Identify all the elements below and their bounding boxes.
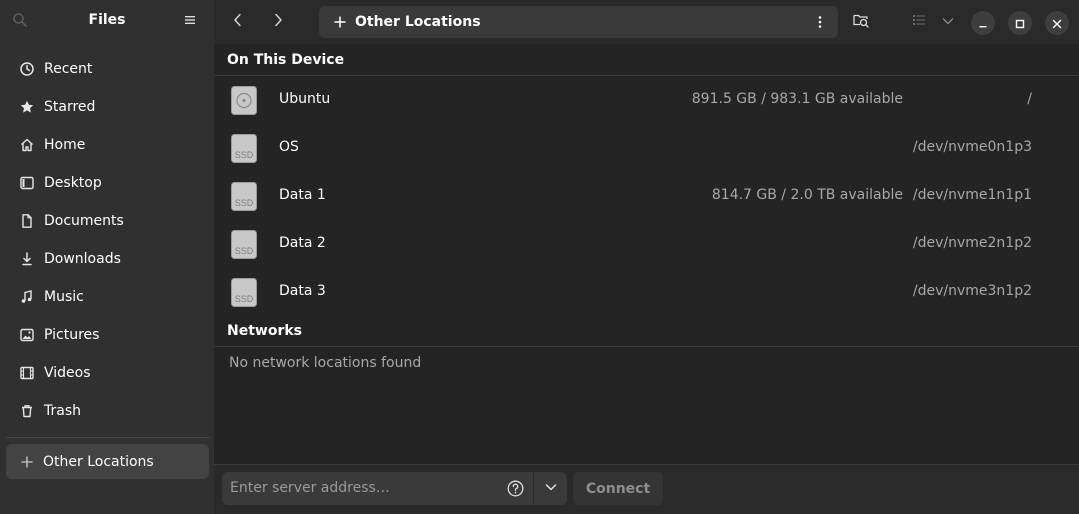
close-button[interactable] [1045, 11, 1069, 35]
device-path: /dev/nvme2n1p2 [912, 235, 1032, 251]
hamburger-menu-icon[interactable] [182, 12, 202, 32]
sidebar: Files Recent Starred Home Desktop Docume… [0, 0, 214, 514]
sidebar-item-desktop[interactable]: Desktop [0, 164, 214, 202]
device-name: Ubuntu [279, 91, 331, 107]
ssd-icon: SSD [231, 230, 257, 259]
device-space: 814.7 GB / 2.0 TB available [711, 187, 903, 203]
home-icon [18, 136, 36, 154]
device-row-data3[interactable]: SSD Data 3 /dev/nvme3n1p2 [214, 268, 1079, 316]
sidebar-item-recent[interactable]: Recent [0, 50, 214, 88]
chevron-right-icon [270, 12, 286, 32]
server-address-input[interactable] [230, 478, 490, 498]
view-list-button[interactable] [906, 9, 932, 35]
minimize-icon [978, 14, 988, 33]
star-icon [18, 98, 36, 116]
device-path: / [1027, 91, 1032, 107]
back-button[interactable] [225, 9, 251, 35]
sidebar-item-downloads[interactable]: Downloads [0, 240, 214, 278]
device-row-os[interactable]: SSD OS /dev/nvme0n1p3 [214, 124, 1079, 172]
sidebar-item-other-locations[interactable]: Other Locations [6, 444, 209, 479]
plus-icon [332, 14, 348, 30]
sidebar-item-videos[interactable]: Videos [0, 354, 214, 392]
folder-search-icon [852, 11, 870, 33]
maximize-icon [1015, 14, 1025, 33]
location-label: Other Locations [355, 14, 481, 30]
list-view-icon [911, 12, 927, 32]
chevron-down-icon [544, 479, 558, 498]
other-locations-view: On This Device Ubuntu 891.5 GB / 983.1 G… [214, 44, 1079, 464]
ssd-icon: SSD [231, 278, 257, 307]
device-row-ubuntu[interactable]: Ubuntu 891.5 GB / 983.1 GB available / [214, 76, 1079, 124]
device-path: /dev/nvme3n1p2 [912, 283, 1032, 299]
download-icon [18, 250, 36, 268]
harddisk-icon [231, 86, 257, 115]
ssd-badge: SSD [235, 150, 254, 160]
location-bar[interactable]: Other Locations [319, 6, 838, 38]
sidebar-places: Recent Starred Home Desktop Documents Do… [0, 50, 214, 430]
clock-icon [18, 60, 36, 78]
sidebar-item-label: Downloads [44, 251, 121, 267]
device-path: /dev/nvme0n1p3 [912, 139, 1032, 155]
connect-bar: Connect [214, 464, 1079, 514]
sidebar-item-trash[interactable]: Trash [0, 392, 214, 430]
device-name: OS [279, 139, 299, 155]
sidebar-item-starred[interactable]: Starred [0, 88, 214, 126]
section-title-networks: Networks [227, 323, 303, 339]
close-icon [1052, 14, 1062, 33]
sidebar-item-label: Home [44, 137, 86, 153]
kebab-menu-icon[interactable] [812, 14, 828, 30]
server-address-entry [222, 472, 533, 505]
sidebar-item-label: Recent [44, 61, 93, 77]
connect-button[interactable]: Connect [573, 472, 663, 505]
sidebar-item-music[interactable]: Music [0, 278, 214, 316]
device-name: Data 2 [279, 235, 326, 251]
ssd-badge: SSD [235, 246, 254, 256]
sidebar-item-label: Desktop [44, 175, 102, 191]
sidebar-item-label: Documents [44, 213, 124, 229]
desktop-icon [18, 174, 36, 192]
search-location-button[interactable] [848, 9, 874, 35]
chevron-left-icon [230, 12, 246, 32]
video-icon [18, 364, 36, 382]
sidebar-item-label: Trash [44, 403, 81, 419]
sidebar-item-pictures[interactable]: Pictures [0, 316, 214, 354]
files-window: Files Recent Starred Home Desktop Docume… [0, 0, 1079, 514]
device-row-data2[interactable]: SSD Data 2 /dev/nvme2n1p2 [214, 220, 1079, 268]
ssd-badge: SSD [235, 198, 254, 208]
maximize-button[interactable] [1008, 11, 1032, 35]
recent-servers-dropdown[interactable] [534, 472, 567, 505]
forward-button[interactable] [265, 9, 291, 35]
sidebar-item-label: Pictures [44, 327, 100, 343]
device-row-data1[interactable]: SSD Data 1 814.7 GB / 2.0 TB available /… [214, 172, 1079, 220]
sidebar-item-label: Starred [44, 99, 96, 115]
section-divider [214, 346, 1079, 347]
device-space: 891.5 GB / 983.1 GB available [691, 91, 903, 107]
ssd-icon: SSD [231, 182, 257, 211]
ssd-badge: SSD [235, 294, 254, 304]
document-icon [18, 212, 36, 230]
music-icon [18, 288, 36, 306]
sidebar-separator [6, 437, 210, 438]
sidebar-item-label: Other Locations [43, 453, 154, 470]
view-options-button[interactable] [935, 9, 961, 35]
help-icon[interactable] [507, 480, 524, 497]
ssd-icon: SSD [231, 134, 257, 163]
chevron-down-icon [941, 13, 955, 32]
trash-icon [18, 402, 36, 420]
sidebar-header: Files [0, 0, 214, 44]
minimize-button[interactable] [971, 11, 995, 35]
sidebar-item-label: Music [44, 289, 84, 305]
device-name: Data 3 [279, 283, 326, 299]
networks-empty-message: No network locations found [229, 355, 422, 371]
device-name: Data 1 [279, 187, 326, 203]
section-title-device: On This Device [227, 52, 345, 68]
header-bar: Other Locations [214, 0, 1079, 44]
picture-icon [18, 326, 36, 344]
sidebar-item-documents[interactable]: Documents [0, 202, 214, 240]
device-path: /dev/nvme1n1p1 [912, 187, 1032, 203]
sidebar-item-label: Videos [44, 365, 91, 381]
sidebar-item-home[interactable]: Home [0, 126, 214, 164]
plus-icon [18, 453, 36, 471]
